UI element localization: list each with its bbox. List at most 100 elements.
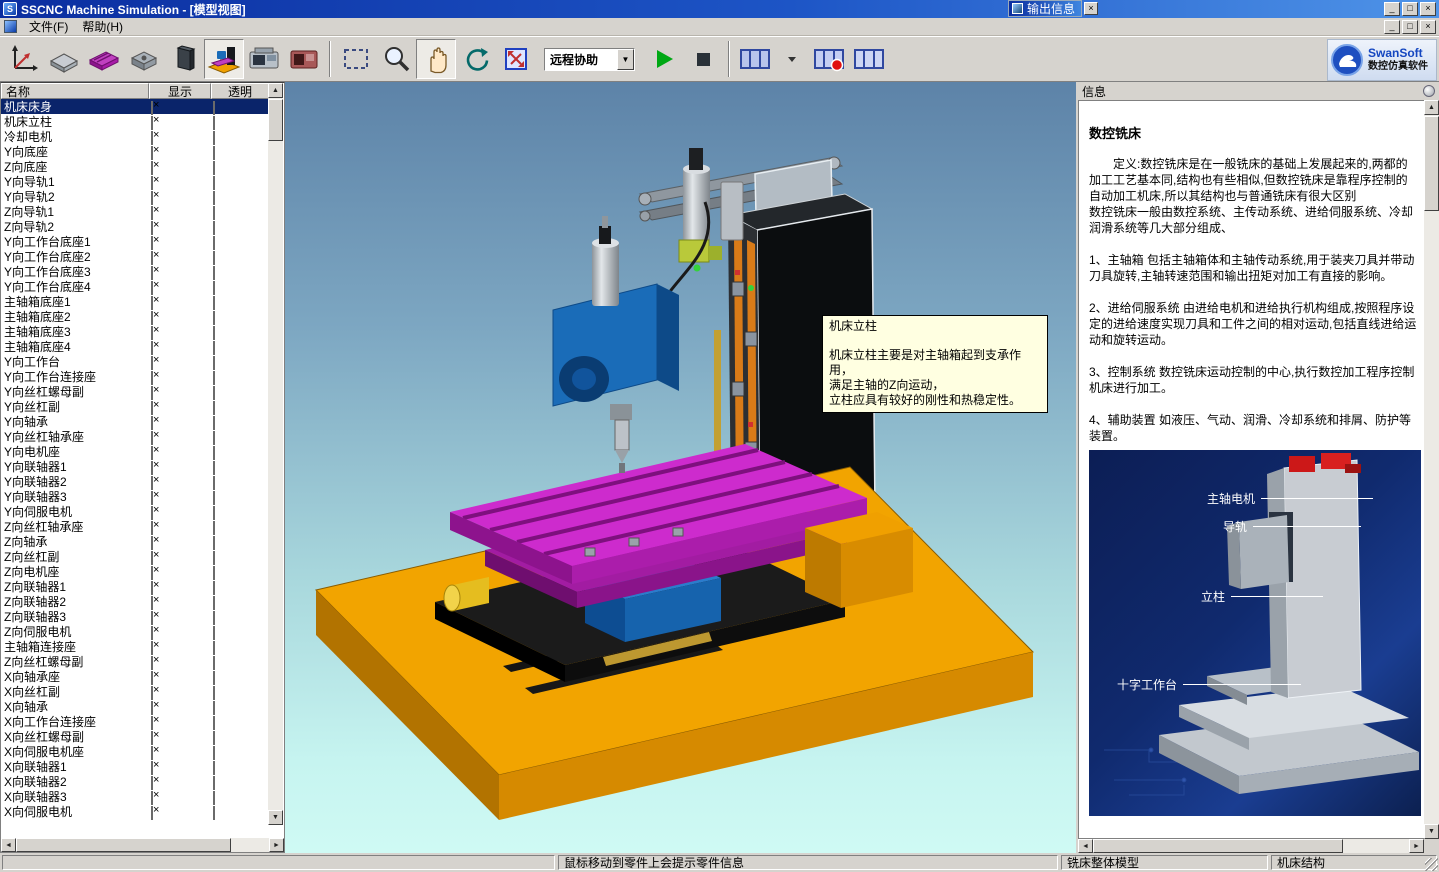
show-checkbox[interactable] xyxy=(151,746,153,760)
table-row[interactable]: Y向联轴器2 xyxy=(1,474,269,489)
show-checkbox[interactable] xyxy=(151,251,153,265)
pan-hand-icon[interactable] xyxy=(416,39,456,79)
table-row[interactable]: 主轴箱底座2 xyxy=(1,309,269,324)
panel-options-icon[interactable] xyxy=(1423,85,1435,97)
scroll-up-icon[interactable]: ▲ xyxy=(268,83,283,98)
transparent-checkbox[interactable] xyxy=(213,461,215,475)
table-row[interactable]: Z向底座 xyxy=(1,159,269,174)
transparent-checkbox[interactable] xyxy=(213,746,215,760)
transparent-checkbox[interactable] xyxy=(213,161,215,175)
child-minimize-button[interactable]: _ xyxy=(1384,20,1400,34)
maximize-button[interactable]: □ xyxy=(1402,2,1418,16)
table-row[interactable]: Z向丝杠副 xyxy=(1,549,269,564)
transparent-checkbox[interactable] xyxy=(213,371,215,385)
info-horizontal-scrollbar[interactable]: ◄ ► xyxy=(1078,839,1424,853)
transparent-checkbox[interactable] xyxy=(213,386,215,400)
table-row[interactable]: Y向电机座 xyxy=(1,444,269,459)
table-row[interactable]: X向轴承 xyxy=(1,699,269,714)
table-row[interactable]: Z向导轨1 xyxy=(1,204,269,219)
transparent-checkbox[interactable] xyxy=(213,491,215,505)
transparent-checkbox[interactable] xyxy=(213,791,215,805)
show-checkbox[interactable] xyxy=(151,731,153,745)
show-checkbox[interactable] xyxy=(151,356,153,370)
transparent-checkbox[interactable] xyxy=(213,656,215,670)
column-header-name[interactable]: 名称 xyxy=(1,83,149,99)
show-checkbox[interactable] xyxy=(151,626,153,640)
table-row[interactable]: 机床床身 xyxy=(1,99,269,114)
table-row[interactable]: Z向电机座 xyxy=(1,564,269,579)
scroll-right-icon[interactable]: ► xyxy=(1409,839,1424,853)
show-checkbox[interactable] xyxy=(151,701,153,715)
table-row[interactable]: Y向导轨2 xyxy=(1,189,269,204)
table-row[interactable]: Y向工作台底座4 xyxy=(1,279,269,294)
coordinate-axes-icon[interactable] xyxy=(4,39,44,79)
rotate-view-icon[interactable] xyxy=(456,39,496,79)
transparent-checkbox[interactable] xyxy=(213,581,215,595)
transparent-checkbox[interactable] xyxy=(213,566,215,580)
table-row[interactable]: Y向底座 xyxy=(1,144,269,159)
show-checkbox[interactable] xyxy=(151,641,153,655)
menu-file[interactable]: 文件(F) xyxy=(22,16,75,37)
transparent-checkbox[interactable] xyxy=(213,341,215,355)
table-row[interactable]: Y向工作台底座3 xyxy=(1,264,269,279)
show-checkbox[interactable] xyxy=(151,776,153,790)
show-checkbox[interactable] xyxy=(151,311,153,325)
show-checkbox[interactable] xyxy=(151,791,153,805)
transparent-checkbox[interactable] xyxy=(213,536,215,550)
table-row[interactable]: X向轴承座 xyxy=(1,669,269,684)
part-name-cell[interactable]: X向伺服电机 xyxy=(1,803,149,820)
column-header-transparent[interactable]: 透明 xyxy=(211,83,269,99)
table-row[interactable]: Y向丝杠螺母副 xyxy=(1,384,269,399)
show-checkbox[interactable] xyxy=(151,536,153,550)
transparent-checkbox[interactable] xyxy=(213,626,215,640)
transparent-checkbox[interactable] xyxy=(213,686,215,700)
table-row[interactable]: Y向轴承 xyxy=(1,414,269,429)
model-viewport[interactable]: 机床立柱 机床立柱主要是对主轴箱起到支承作用，满足主轴的Z向运动，立柱应具有较好… xyxy=(285,82,1076,853)
scrollbar-thumb[interactable] xyxy=(1093,839,1343,853)
table-row[interactable]: Y向工作台底座1 xyxy=(1,234,269,249)
show-checkbox[interactable] xyxy=(151,596,153,610)
show-checkbox[interactable] xyxy=(151,401,153,415)
transparent-checkbox[interactable] xyxy=(213,596,215,610)
play-button[interactable] xyxy=(643,39,683,79)
column-header-show[interactable]: 显示 xyxy=(149,83,211,99)
table-row[interactable]: Z向伺服电机 xyxy=(1,624,269,639)
table-row[interactable]: Y向导轨1 xyxy=(1,174,269,189)
transparent-checkbox[interactable] xyxy=(213,716,215,730)
transparent-checkbox[interactable] xyxy=(213,296,215,310)
table-row[interactable]: Z向丝杠轴承座 xyxy=(1,519,269,534)
whole-machine-icon[interactable] xyxy=(204,39,244,79)
menu-help[interactable]: 帮助(H) xyxy=(75,16,130,37)
show-checkbox[interactable] xyxy=(151,266,153,280)
close-button[interactable]: × xyxy=(1420,2,1436,16)
show-checkbox[interactable] xyxy=(151,131,153,145)
show-checkbox[interactable] xyxy=(151,281,153,295)
show-checkbox[interactable] xyxy=(151,581,153,595)
transparent-checkbox[interactable] xyxy=(213,431,215,445)
info-vertical-scrollbar[interactable]: ▲ ▼ xyxy=(1424,100,1439,839)
transparent-checkbox[interactable] xyxy=(213,266,215,280)
child-restore-button[interactable]: □ xyxy=(1402,20,1418,34)
table-row[interactable]: Z向联轴器1 xyxy=(1,579,269,594)
transparent-checkbox[interactable] xyxy=(213,401,215,415)
show-checkbox[interactable] xyxy=(151,116,153,130)
show-checkbox[interactable] xyxy=(151,716,153,730)
show-checkbox[interactable] xyxy=(151,566,153,580)
show-checkbox[interactable] xyxy=(151,671,153,685)
table-row[interactable]: 主轴箱连接座 xyxy=(1,639,269,654)
transparent-checkbox[interactable] xyxy=(213,251,215,265)
transparent-checkbox[interactable] xyxy=(213,206,215,220)
frames-dropdown-icon[interactable] xyxy=(775,42,809,76)
transparent-checkbox[interactable] xyxy=(213,236,215,250)
show-checkbox[interactable] xyxy=(151,491,153,505)
scroll-left-icon[interactable]: ◄ xyxy=(1,838,16,852)
column-part-icon[interactable] xyxy=(164,39,204,79)
scroll-down-icon[interactable]: ▼ xyxy=(1424,824,1439,839)
scrollbar-thumb[interactable] xyxy=(268,99,283,141)
transparent-checkbox[interactable] xyxy=(213,221,215,235)
table-row[interactable]: 主轴箱底座1 xyxy=(1,294,269,309)
table-row[interactable]: 主轴箱底座3 xyxy=(1,324,269,339)
scroll-down-icon[interactable]: ▼ xyxy=(268,810,283,825)
show-checkbox[interactable] xyxy=(151,551,153,565)
show-checkbox[interactable] xyxy=(151,326,153,340)
